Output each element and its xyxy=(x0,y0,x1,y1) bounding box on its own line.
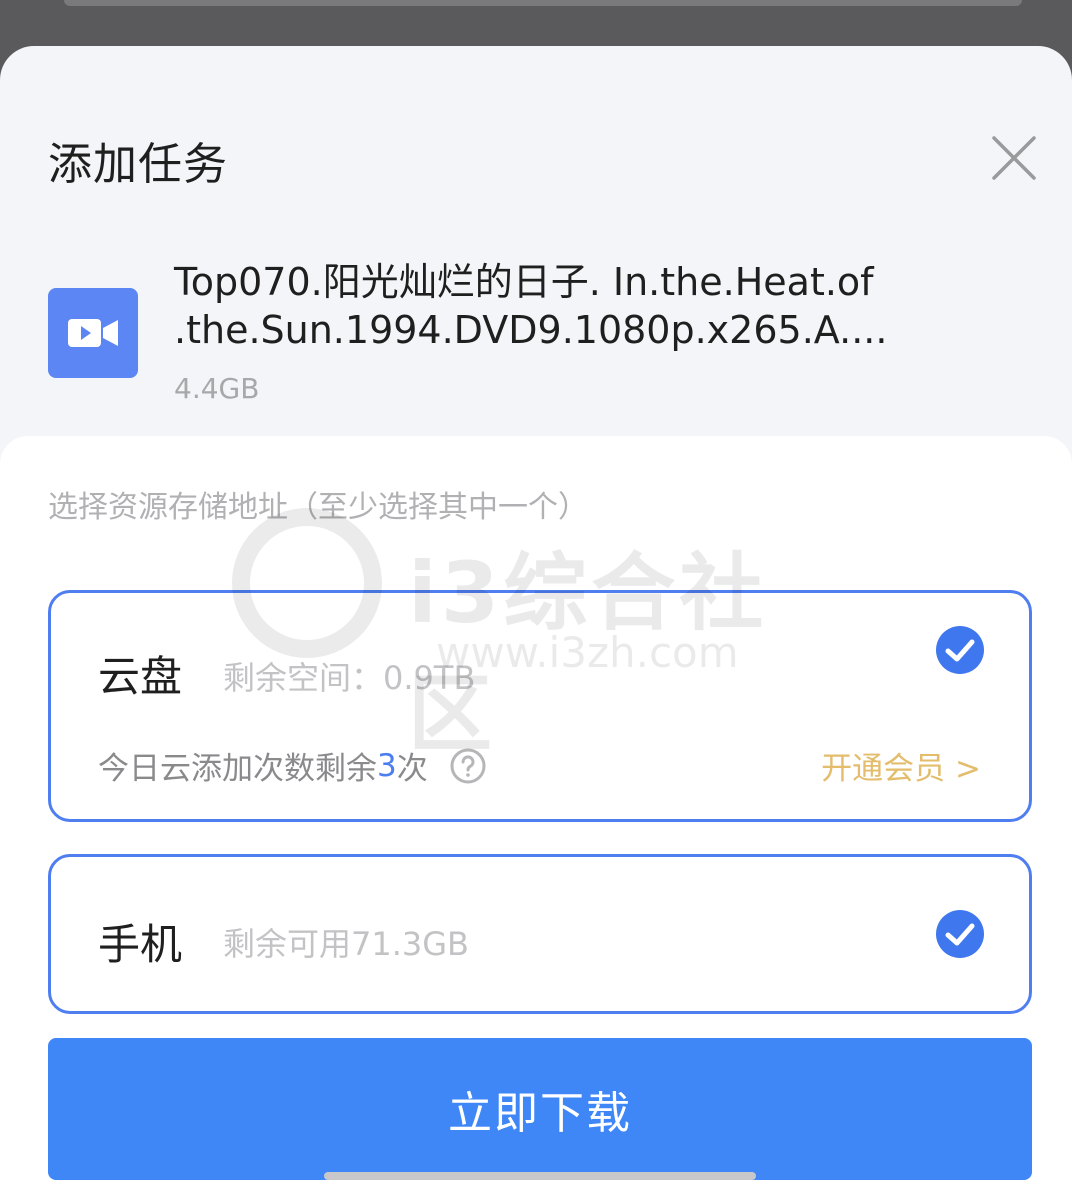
cloud-storage-option[interactable]: 云盘 剩余空间：0.9TB 今日云添加次数剩余 3 次 开通会员 > xyxy=(48,590,1032,822)
phone-remaining: 剩余可用71.3GB xyxy=(223,925,470,963)
phone-storage-option[interactable]: 手机 剩余可用71.3GB xyxy=(48,854,1032,1014)
cloud-count-suffix: 次 xyxy=(396,751,428,787)
open-vip-link[interactable]: 开通会员 > xyxy=(821,743,981,788)
cloud-title: 云盘 xyxy=(98,652,183,701)
file-name-line1: Top070.阳光灿烂的日子. In.the.Heat.of xyxy=(174,260,874,304)
cloud-count-prefix: 今日云添加次数剩余 xyxy=(98,751,377,787)
phone-check-icon[interactable] xyxy=(935,909,985,959)
video-file-icon xyxy=(48,288,138,378)
download-now-button[interactable]: 立即下载 xyxy=(48,1038,1032,1180)
phone-title: 手机 xyxy=(98,920,183,969)
cloud-count-value: 3 xyxy=(377,747,397,784)
cloud-check-icon[interactable] xyxy=(935,625,985,675)
background-app-remnant xyxy=(64,0,1022,6)
add-task-sheet: 添加任务 Top070.阳光灿烂的日子. In.the.Heat.of .the… xyxy=(0,46,1072,1183)
dialog-title: 添加任务 xyxy=(48,139,228,190)
video-camera-icon xyxy=(68,319,118,347)
close-icon[interactable] xyxy=(988,132,1040,184)
file-size: 4.4GB xyxy=(174,372,260,405)
file-name-line2: .the.Sun.1994.DVD9.1080p.x265.A.... xyxy=(174,308,888,352)
home-indicator[interactable] xyxy=(324,1172,756,1180)
cloud-remaining: 剩余空间：0.9TB xyxy=(223,659,476,697)
storage-panel: 选择资源存储地址（至少选择其中一个） 云盘 剩余空间：0.9TB 今日云添加次数… xyxy=(0,436,1072,1183)
cloud-add-count: 今日云添加次数剩余 3 次 xyxy=(98,743,486,788)
file-name: Top070.阳光灿烂的日子. In.the.Heat.of .the.Sun.… xyxy=(174,258,944,354)
storage-hint: 选择资源存储地址（至少选择其中一个） xyxy=(48,490,588,525)
help-icon[interactable] xyxy=(450,748,486,784)
